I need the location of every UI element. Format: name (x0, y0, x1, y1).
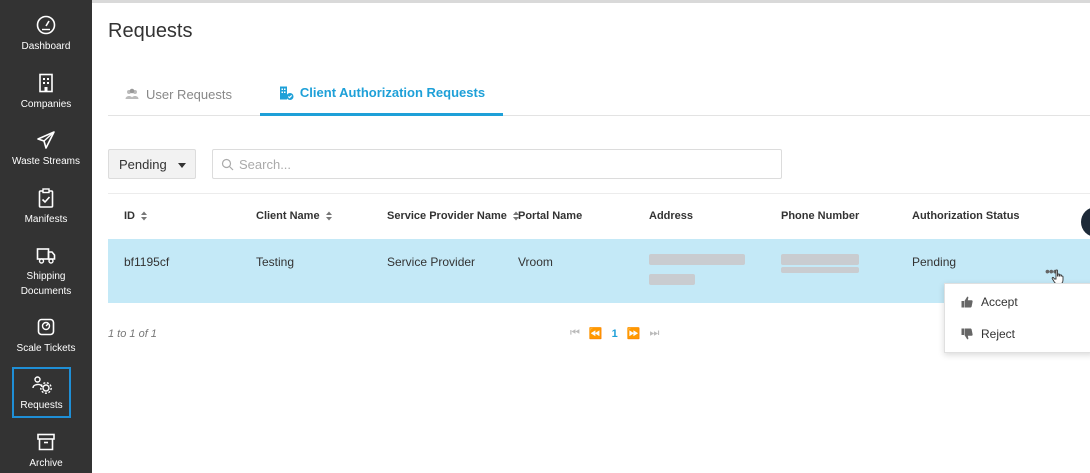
sidebar-item-label: Archive (29, 458, 63, 469)
cell-service-provider-name: Service Provider (387, 255, 476, 269)
tab-bar: User Requests Client Authorization Reque… (108, 72, 1090, 116)
menu-item-label: Reject (981, 327, 1016, 341)
users-icon (125, 88, 139, 99)
column-header-address[interactable]: Address (649, 194, 693, 238)
menu-item-accept[interactable]: Accept (961, 295, 1018, 309)
column-header-portal-name[interactable]: Portal Name (518, 194, 582, 238)
sort-icon (141, 211, 147, 221)
sidebar-item-shipping-documents[interactable]: Shipping Documents (0, 244, 92, 299)
pagination-info: 1 to 1 of 1 (108, 328, 157, 340)
tab-label: User Requests (146, 86, 232, 102)
cell-portal-name: Vroom (518, 255, 553, 269)
column-header-label: Address (649, 210, 694, 222)
clipboard-check-icon (38, 188, 54, 208)
search-input[interactable] (239, 150, 769, 178)
sidebar-item-manifests[interactable]: Manifests (0, 187, 92, 227)
paper-plane-icon (37, 131, 55, 149)
table-row[interactable]: bf1195cf Testing Service Provider Vroom … (108, 239, 1090, 303)
caret-down-icon (178, 163, 186, 168)
search-icon (221, 158, 234, 171)
window-top-border (0, 0, 1090, 3)
column-header-phone-number[interactable]: Phone Number (781, 194, 859, 238)
scale-icon (37, 318, 55, 336)
first-page-icon[interactable]: ⏮ (570, 327, 580, 340)
thumbs-down-icon (961, 328, 973, 340)
pagination: ⏮ ⏪ 1 ⏩ ⏭ (570, 327, 668, 340)
column-header-authorization-status[interactable]: Authorization Status (912, 194, 1020, 238)
column-header-label: ID (124, 210, 135, 222)
sidebar-item-label: Manifests (24, 214, 68, 225)
cell-id: bf1195cf (124, 255, 170, 269)
column-header-service-provider-name[interactable]: Service Provider Name (387, 194, 520, 238)
page-title: Requests (108, 20, 193, 42)
redacted-text (781, 254, 859, 265)
table-header: ID Client Name Service Provider Name Por… (108, 193, 1090, 237)
column-header-label: Phone Number (781, 210, 860, 222)
sidebar-item-companies[interactable]: Companies (0, 72, 92, 112)
sidebar-item-archive[interactable]: Archive (0, 431, 92, 471)
sidebar-item-label: Waste Streams (12, 156, 80, 167)
column-header-client-name[interactable]: Client Name (256, 194, 333, 238)
menu-item-label: Accept (981, 295, 1018, 309)
thumbs-up-icon (961, 296, 973, 308)
row-actions-menu: Accept Reject (944, 283, 1090, 353)
last-page-icon[interactable]: ⏭ (649, 327, 659, 340)
sidebar-item-label: Dashboard (21, 41, 71, 52)
gauge-icon (36, 15, 56, 35)
cell-client-name: Testing (256, 255, 295, 269)
cell-authorization-status: Pending (912, 255, 957, 269)
search-box (212, 149, 782, 179)
column-header-label: Portal Name (518, 210, 583, 222)
redacted-text (649, 274, 695, 285)
tab-client-authorization-requests[interactable]: Client Authorization Requests (260, 72, 503, 116)
menu-item-reject[interactable]: Reject (961, 327, 1015, 341)
column-header-label: Authorization Status (912, 210, 1020, 222)
tab-label: Client Authorization Requests (299, 85, 486, 100)
sidebar-item-requests[interactable]: Requests (12, 367, 71, 418)
building-icon (39, 73, 53, 93)
sidebar-item-label: Companies (20, 99, 72, 110)
building-check-icon (279, 86, 294, 100)
sidebar-item-scale-tickets[interactable]: Scale Tickets (0, 316, 92, 356)
archive-icon (37, 433, 55, 451)
column-header-id[interactable]: ID (124, 194, 148, 238)
sidebar: Dashboard Companies Waste Streams Manife… (0, 0, 92, 473)
column-header-label: Client Name (256, 210, 320, 222)
column-header-label: Service Provider Name (387, 210, 507, 222)
redacted-text (781, 267, 859, 273)
sidebar-item-waste-streams[interactable]: Waste Streams (0, 129, 92, 169)
sidebar-item-label: Shipping Documents (20, 271, 72, 297)
page-number-current[interactable]: 1 (612, 328, 618, 340)
users-gear-icon (31, 376, 52, 394)
sidebar-item-dashboard[interactable]: Dashboard (0, 14, 92, 54)
previous-page-icon[interactable]: ⏪ (589, 327, 603, 340)
truck-icon (36, 248, 56, 264)
sidebar-item-label: Requests (20, 400, 63, 411)
redacted-text (649, 254, 745, 265)
sidebar-item-label: Scale Tickets (16, 343, 76, 354)
sort-icon (325, 211, 332, 221)
status-filter-dropdown[interactable]: Pending (108, 149, 196, 179)
next-page-icon[interactable]: ⏩ (627, 327, 641, 340)
tab-user-requests[interactable]: User Requests (124, 72, 232, 116)
status-filter-value: Pending (119, 156, 167, 172)
